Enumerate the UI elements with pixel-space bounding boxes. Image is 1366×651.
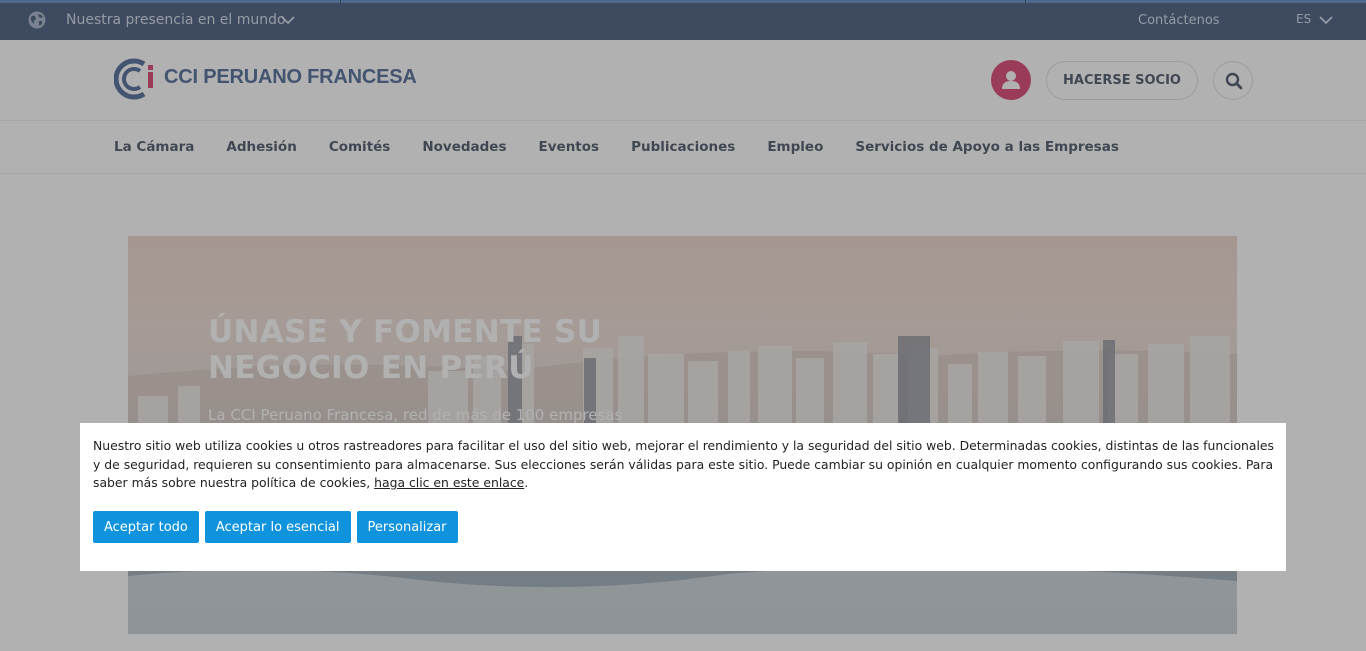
customize-button[interactable]: Personalizar [356, 511, 458, 543]
cookie-message-text: Nuestro sitio web utiliza cookies u otro… [93, 438, 1275, 490]
accept-essential-button[interactable]: Aceptar lo esencial [204, 511, 351, 543]
cookie-policy-link[interactable]: haga clic en este enlace [374, 475, 524, 490]
cookie-consent-dialog: Nuestro sitio web utiliza cookies u otro… [80, 423, 1286, 571]
accept-all-button[interactable]: Aceptar todo [93, 511, 199, 543]
cookie-actions: Aceptar todo Aceptar lo esencial Persona… [93, 511, 458, 543]
cookie-message: Nuestro sitio web utiliza cookies u otro… [93, 437, 1275, 493]
cookie-message-end: . [524, 475, 529, 490]
